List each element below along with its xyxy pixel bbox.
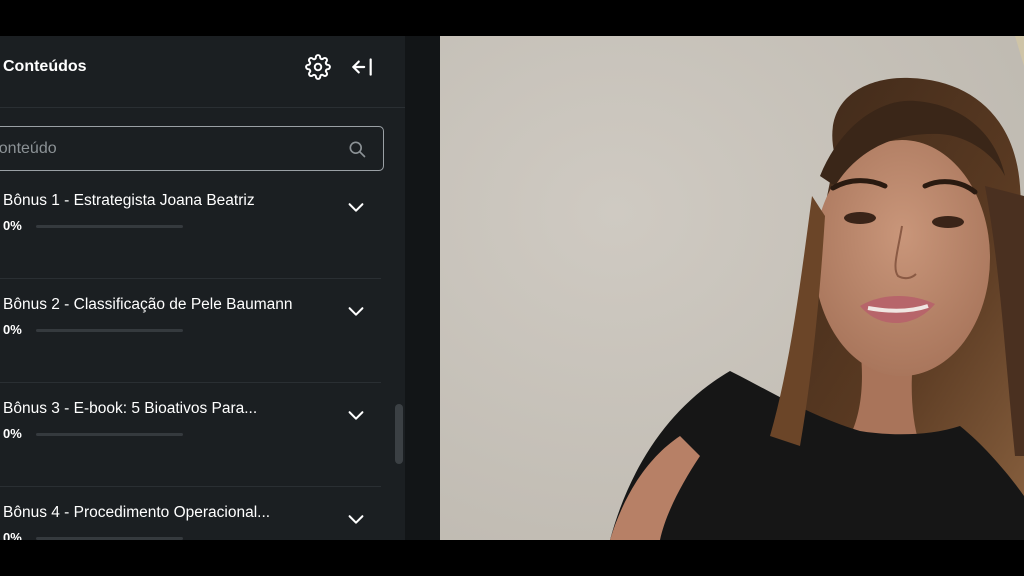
presenter-video-frame bbox=[440, 36, 1024, 540]
module-item[interactable]: Bônus 2 - Classificação de Pele Baumann … bbox=[0, 278, 381, 383]
module-title: Bônus 3 - E-book: 5 Bioativos Para... bbox=[3, 400, 258, 417]
module-progress-bar bbox=[36, 329, 183, 332]
sidebar-header: Conteúdos bbox=[0, 36, 405, 108]
contents-sidebar: Conteúdos Bônus 1 - Estrategista Joana B… bbox=[0, 36, 405, 540]
module-progress-bar bbox=[36, 225, 183, 228]
panel-divider bbox=[405, 36, 440, 540]
search-field[interactable] bbox=[0, 126, 384, 171]
sidebar-scrollbar[interactable] bbox=[395, 404, 403, 464]
module-progress-bar bbox=[36, 433, 183, 436]
video-player[interactable] bbox=[440, 36, 1024, 540]
chevron-down-icon[interactable] bbox=[345, 300, 367, 322]
chevron-down-icon[interactable] bbox=[345, 404, 367, 426]
module-progress-label: 0% bbox=[3, 218, 22, 233]
sidebar-title: Conteúdos bbox=[3, 58, 87, 75]
module-item[interactable]: Bônus 4 - Procedimento Operacional... 0% bbox=[0, 486, 381, 540]
letterbox-top bbox=[0, 0, 1024, 36]
module-progress-label: 0% bbox=[3, 426, 22, 441]
collapse-sidebar-icon[interactable] bbox=[349, 54, 375, 80]
module-progress-label: 0% bbox=[3, 530, 22, 540]
gear-icon[interactable] bbox=[305, 54, 331, 80]
module-title: Bônus 4 - Procedimento Operacional... bbox=[3, 504, 271, 521]
module-title: Bônus 1 - Estrategista Joana Beatriz bbox=[3, 192, 255, 209]
module-item[interactable]: Bônus 1 - Estrategista Joana Beatriz 0% bbox=[0, 174, 381, 279]
module-progress-label: 0% bbox=[3, 322, 22, 337]
module-item[interactable]: Bônus 3 - E-book: 5 Bioativos Para... 0% bbox=[0, 382, 381, 487]
chevron-down-icon[interactable] bbox=[345, 508, 367, 530]
search-input[interactable] bbox=[0, 127, 331, 170]
module-title: Bônus 2 - Classificação de Pele Baumann bbox=[3, 296, 293, 313]
search-icon[interactable] bbox=[347, 139, 367, 159]
letterbox-bottom bbox=[0, 540, 1024, 576]
chevron-down-icon[interactable] bbox=[345, 196, 367, 218]
